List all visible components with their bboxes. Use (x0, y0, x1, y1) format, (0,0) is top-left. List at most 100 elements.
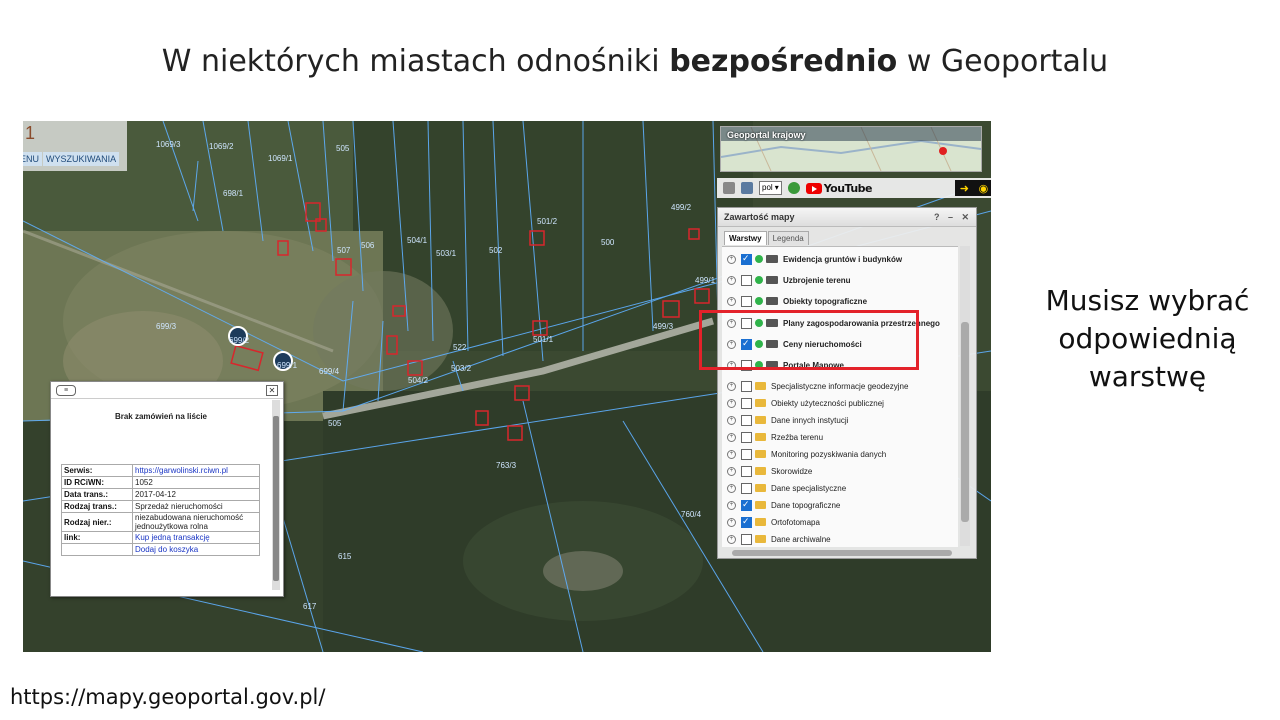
expand-icon[interactable]: + (727, 415, 736, 425)
layer-row[interactable]: + Dane innych instytucji (722, 412, 958, 428)
layer-checkbox[interactable] (741, 295, 752, 307)
layers-panel-title: Zawartość mapy (724, 212, 795, 222)
layer-checkbox[interactable] (741, 431, 752, 443)
layer-row[interactable]: + Ewidencja gruntów i budynków (722, 251, 958, 267)
layer-row[interactable]: + Monitoring pozyskiwania danych (722, 446, 958, 462)
layer-label: Monitoring pozyskiwania danych (771, 449, 887, 459)
expand-icon[interactable]: + (727, 466, 736, 476)
svg-text:505: 505 (336, 144, 350, 153)
youtube-link[interactable]: YouTube (805, 182, 873, 195)
svg-text:503/1: 503/1 (436, 249, 457, 258)
overview-mini-map[interactable]: Geoportal krajowy (720, 126, 982, 172)
panel-window-icons[interactable]: ? – ✕ (934, 208, 972, 226)
table-row: ID RCiWN: 1052 (61, 476, 260, 489)
layer-checkbox[interactable] (741, 482, 752, 494)
expand-icon[interactable]: + (727, 517, 736, 527)
svg-text:499/1: 499/1 (695, 276, 716, 285)
folder-icon (755, 467, 766, 475)
layer-row[interactable]: + Uzbrojenie terenu (722, 272, 958, 288)
tab-layers[interactable]: Warstwy (724, 231, 767, 245)
layer-row[interactable]: + Dane archiwalne (722, 531, 958, 547)
title-text-pre: W niektórych miastach odnośniki (161, 44, 670, 79)
svg-text:502: 502 (489, 246, 503, 255)
layer-checkbox[interactable] (741, 274, 752, 286)
folder-icon (755, 416, 766, 424)
layer-checkbox[interactable] (741, 253, 752, 265)
layers-scrollbar[interactable] (960, 246, 970, 546)
layer-row[interactable]: + Dane topograficzne (722, 497, 958, 513)
expand-icon[interactable]: + (727, 296, 736, 306)
folder-icon (755, 382, 766, 390)
layer-row[interactable]: + Specjalistyczne informacje geodezyjne (722, 378, 958, 394)
svg-text:506: 506 (361, 241, 375, 250)
layer-checkbox[interactable] (741, 380, 752, 392)
expand-icon[interactable]: + (727, 254, 736, 264)
status-dot-icon (755, 255, 763, 263)
expand-icon[interactable]: + (727, 381, 736, 391)
layers-hscrollbar[interactable] (732, 550, 952, 556)
layer-row[interactable]: + Rzeźba terenu (722, 429, 958, 445)
chevron-down-icon: ▾ (774, 183, 779, 192)
layer-checkbox[interactable] (741, 448, 752, 460)
layer-row[interactable]: + Skorowidze (722, 463, 958, 479)
mini-map-title: Geoportal krajowy (727, 130, 806, 140)
folder-icon (755, 518, 766, 526)
layer-checkbox[interactable] (741, 533, 752, 545)
layer-label: Dane topograficzne (771, 500, 841, 510)
row-link[interactable]: Kup jedną transakcję (132, 531, 260, 544)
svg-text:763/3: 763/3 (496, 461, 517, 470)
close-icon[interactable]: ✕ (266, 385, 278, 396)
layer-label: Specjalistyczne informacje geodezyjne (771, 381, 909, 391)
layer-checkbox[interactable] (741, 499, 752, 511)
svg-text:499/2: 499/2 (671, 203, 692, 212)
popup-menu-icon[interactable]: ≡ (56, 385, 76, 396)
layers-panel: Zawartość mapy ? – ✕ Warstwy Legenda + Ew… (717, 207, 977, 559)
popup-scroll-thumb[interactable] (273, 416, 279, 581)
layers-scroll-thumb[interactable] (961, 322, 969, 522)
svg-text:699/2: 699/2 (229, 336, 250, 345)
layer-label: Skorowidze (771, 466, 813, 476)
svg-text:504/1: 504/1 (407, 236, 428, 245)
svg-text:503/2: 503/2 (451, 364, 472, 373)
expand-icon[interactable]: + (727, 483, 736, 493)
svg-text:505: 505 (328, 419, 342, 428)
expand-icon[interactable]: + (727, 275, 736, 285)
svg-text:1069/3: 1069/3 (156, 140, 181, 149)
status-dot-icon (755, 276, 763, 284)
language-select[interactable]: pol ▾ (759, 181, 782, 195)
layer-checkbox[interactable] (741, 397, 752, 409)
layer-row[interactable]: + Dane specjalistyczne (722, 480, 958, 496)
map-tab-search[interactable]: WYSZUKIWANIA (43, 152, 120, 166)
expand-icon[interactable]: + (727, 449, 736, 459)
row-link[interactable]: Dodaj do koszyka (132, 543, 260, 556)
svg-text:698/1: 698/1 (223, 189, 244, 198)
geoportal-map-screenshot: 1069/3 1069/2 1069/1 698/1 505 507 506 504/1 5… (23, 121, 991, 652)
expand-icon[interactable]: + (727, 398, 736, 408)
youtube-icon (805, 182, 822, 194)
layer-row[interactable]: + Obiekty użyteczności publicznej (722, 395, 958, 411)
expand-icon[interactable]: + (727, 432, 736, 442)
row-link[interactable]: https://garwolinski.rciwn.pl (132, 464, 260, 477)
expand-icon[interactable]: + (727, 500, 736, 510)
tab-legend[interactable]: Legenda (767, 231, 809, 245)
layer-checkbox[interactable] (741, 516, 752, 528)
help-icon[interactable] (787, 182, 800, 194)
row-key: Rodzaj nier.: (61, 512, 133, 532)
popup-scrollbar[interactable] (272, 400, 280, 590)
accessibility-button[interactable]: ➜ ◉ (955, 180, 991, 196)
layer-row[interactable]: + Ortofotomapa (722, 514, 958, 530)
map-tab-menu[interactable]: ENU (23, 152, 43, 166)
svg-text:760/4: 760/4 (681, 510, 702, 519)
print-icon[interactable] (723, 182, 735, 194)
row-key: ID RCiWN: (61, 476, 133, 489)
services-icon[interactable] (741, 182, 753, 194)
layer-checkbox[interactable] (741, 414, 752, 426)
expand-icon[interactable]: + (727, 534, 736, 544)
layer-label: Rzeźba terenu (771, 432, 824, 442)
folder-icon (755, 484, 766, 492)
layer-row[interactable]: + Obiekty topograficzne (722, 293, 958, 309)
table-row: link: Kup jedną transakcję (61, 531, 260, 544)
layer-label: Dane innych instytucji (771, 415, 849, 425)
layer-checkbox[interactable] (741, 465, 752, 477)
row-value: niezabudowana nieruchomość jednoużytkowa… (132, 512, 260, 532)
